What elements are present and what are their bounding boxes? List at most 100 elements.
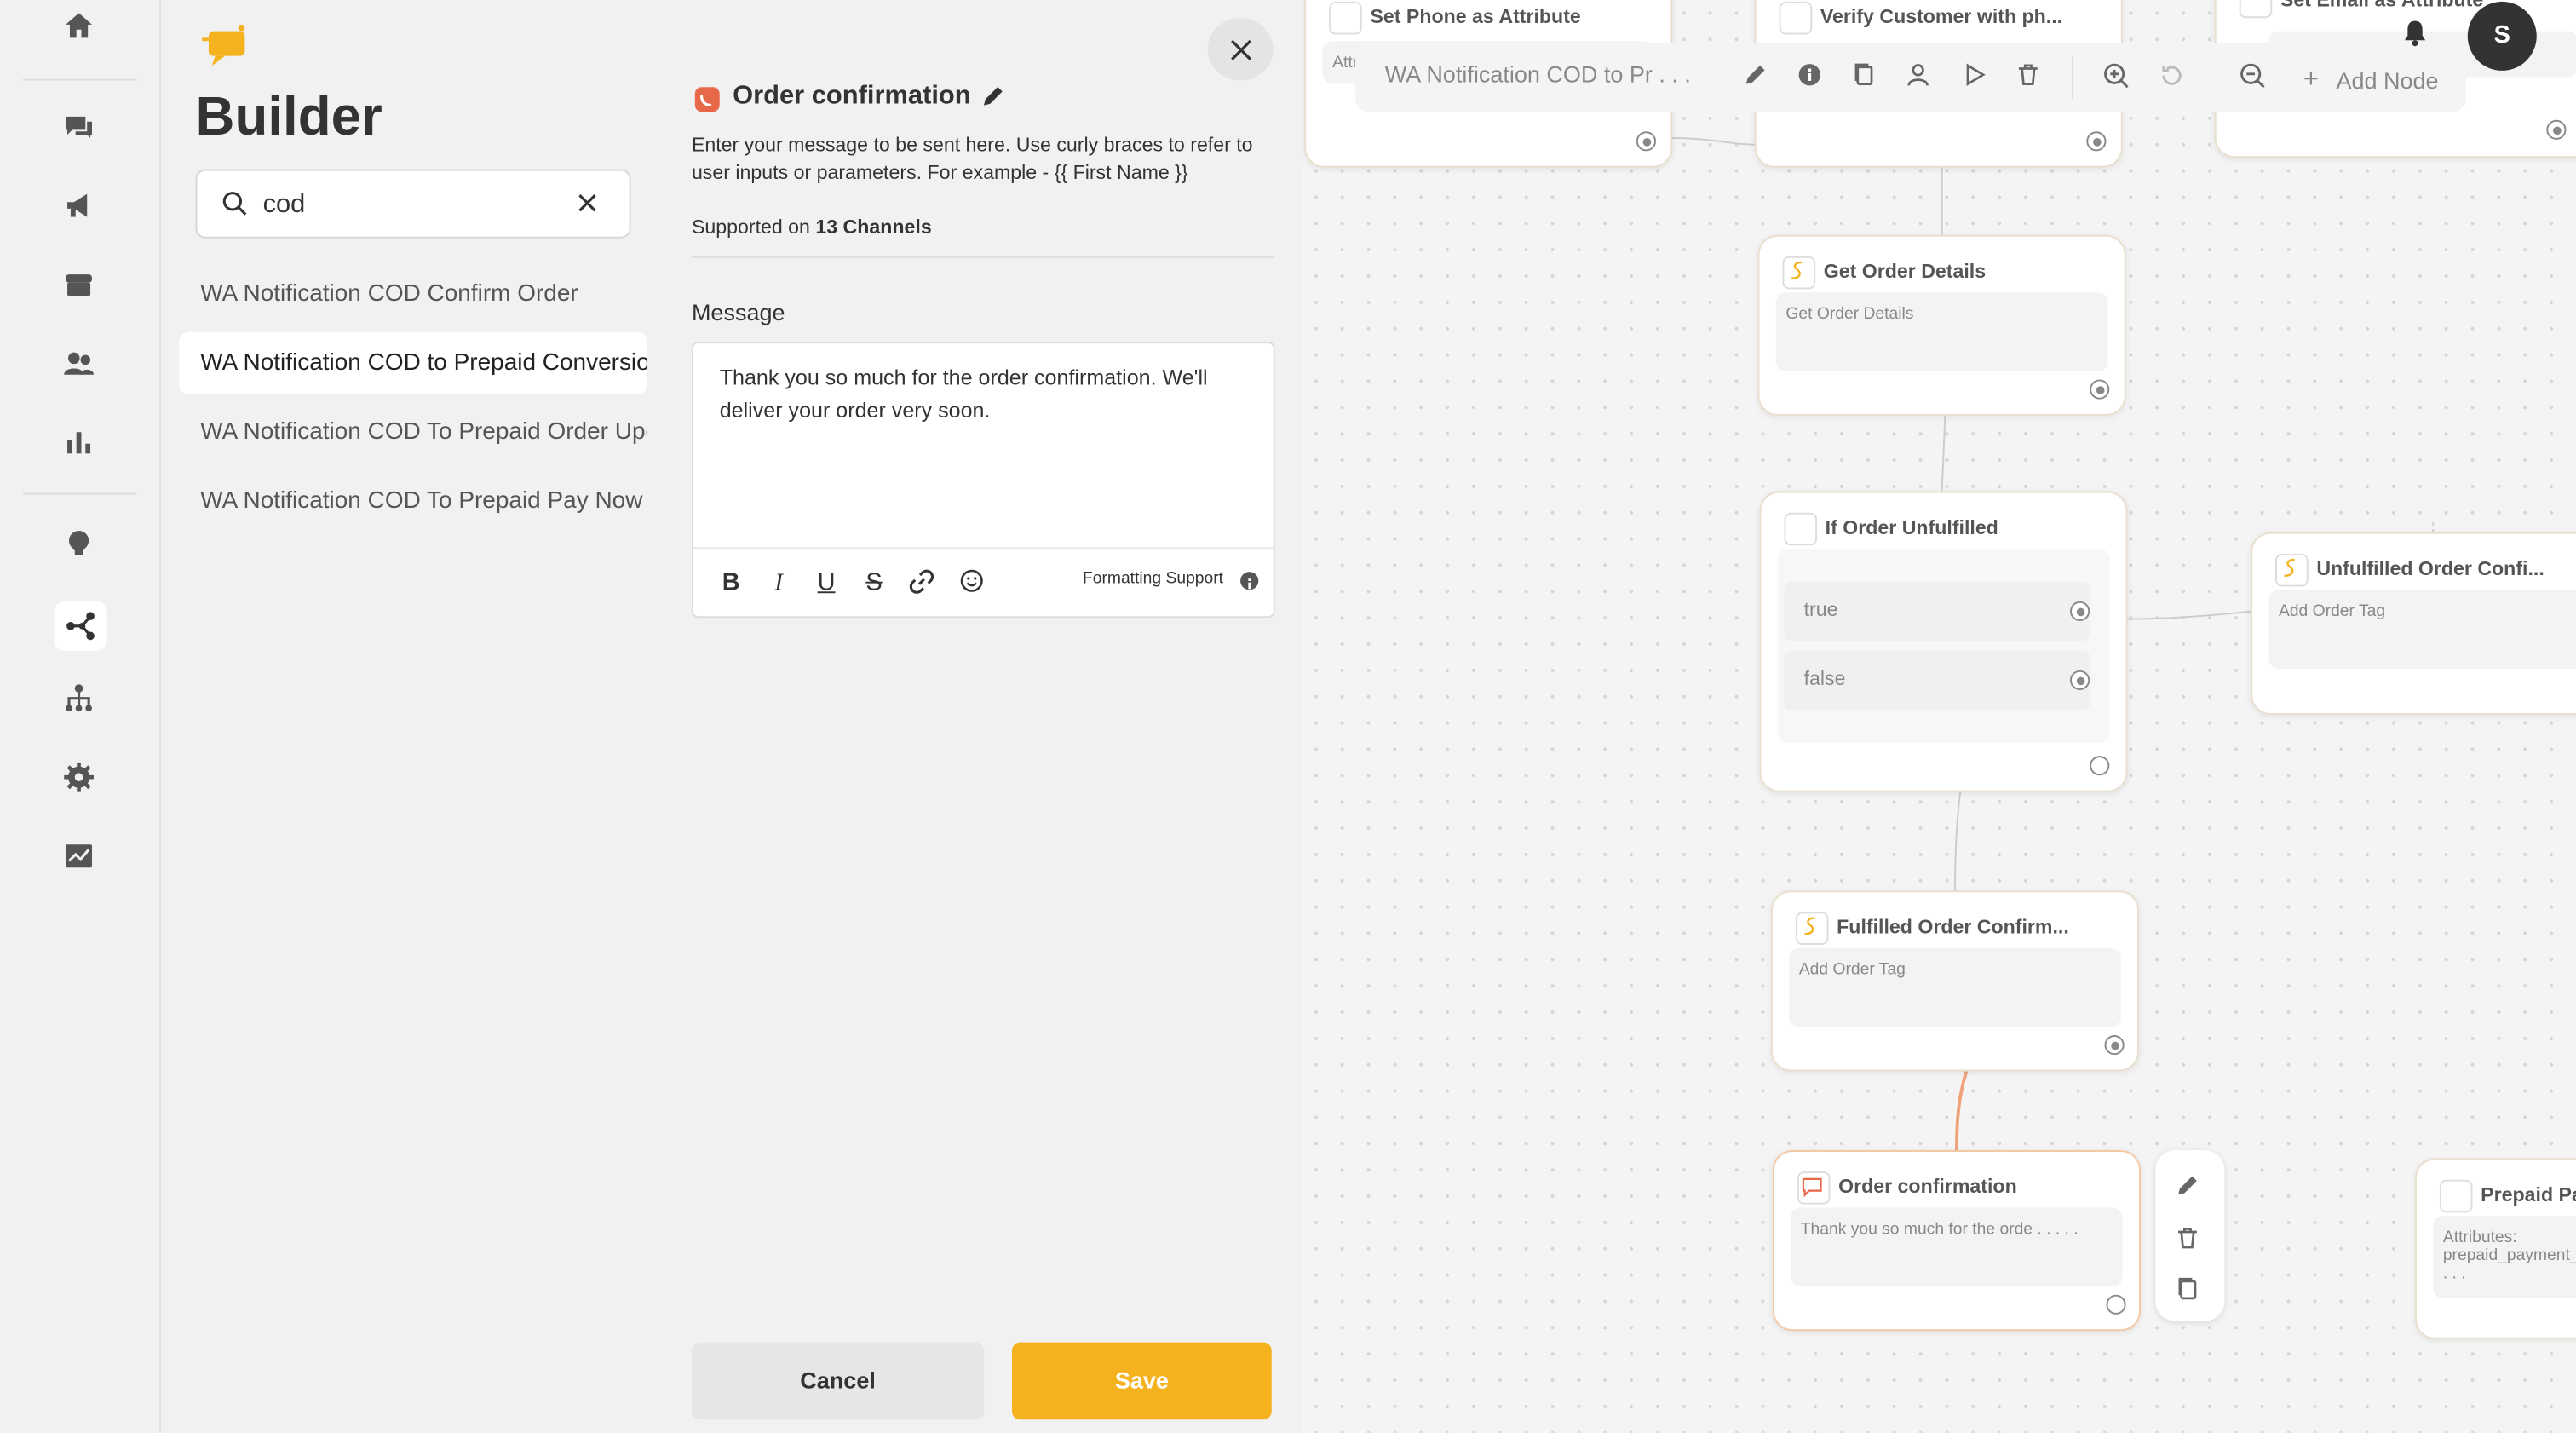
- output-port[interactable]: [2106, 1294, 2126, 1315]
- node-body-text: Add Order Tag: [2278, 602, 2386, 622]
- true-output-port[interactable]: [2070, 601, 2090, 622]
- output-port[interactable]: [2086, 131, 2107, 152]
- channels-prefix: Supported on: [691, 215, 816, 239]
- node-body: Add Order Tag: [2268, 590, 2576, 669]
- flow-canvas[interactable]: Set Phone as Attribute Attr Verify Custo…: [1302, 0, 2576, 1433]
- search-icon: [221, 191, 248, 217]
- output-port[interactable]: [2104, 1035, 2125, 1056]
- italic-icon[interactable]: I: [764, 568, 794, 598]
- close-button[interactable]: [1207, 18, 1274, 81]
- channels-count[interactable]: 13 Channels: [815, 216, 931, 239]
- nav-divider: [23, 492, 137, 495]
- save-button[interactable]: Save: [1012, 1342, 1272, 1420]
- add-node-button[interactable]: + Add Node: [2300, 52, 2458, 106]
- node-title: Prepaid Pay: [2481, 1183, 2576, 1206]
- flow-list-item-selected[interactable]: WA Notification COD to Prepaid Conversio…: [179, 331, 647, 394]
- trash-icon[interactable]: [2015, 62, 2045, 92]
- nav-divider: [23, 78, 137, 81]
- user-icon[interactable]: [1906, 62, 1935, 92]
- node-unfulfilled-order-confirmation[interactable]: Unfulfilled Order Confi... Add Order Tag: [2251, 532, 2576, 715]
- node-description: Enter your message to be sent here. Use …: [691, 133, 1253, 185]
- logo-icon: [198, 21, 255, 67]
- gear-icon[interactable]: [62, 761, 98, 797]
- channels-support: Supported on 13 Channels: [692, 216, 932, 239]
- node-get-order-details[interactable]: Get Order Details Get Order Details: [1757, 234, 2126, 416]
- builder-list-panel: Builder WA Notification COD Confirm Orde…: [161, 0, 666, 1433]
- copy-icon[interactable]: [2175, 1277, 2205, 1307]
- reset-zoom-icon[interactable]: [2159, 62, 2188, 92]
- flow-list-item[interactable]: WA Notification COD To Prepaid Pay Now: [179, 470, 647, 532]
- message-node-icon: [694, 87, 720, 112]
- flow-list-item[interactable]: WA Notification COD Confirm Order: [179, 263, 647, 325]
- plus-icon: +: [2303, 66, 2319, 94]
- flow-icon[interactable]: [54, 601, 107, 651]
- node-title: Verify Customer with ph...: [1820, 4, 2063, 28]
- output-port[interactable]: [2546, 119, 2567, 140]
- flow-name[interactable]: WA Notification COD to Pr . . .: [1385, 60, 1691, 87]
- bar-chart-icon[interactable]: [62, 426, 98, 462]
- megaphone-icon[interactable]: [62, 189, 98, 225]
- node-title: Set Email as Attribute: [2280, 0, 2484, 12]
- page-title: Builder: [195, 85, 382, 147]
- home-icon[interactable]: [62, 10, 98, 46]
- emoji-icon[interactable]: [956, 568, 986, 598]
- output-port[interactable]: [2090, 756, 2110, 776]
- condition-true-label: true: [1803, 598, 1838, 622]
- node-body-line: prepaid_payment_: [2442, 1246, 2576, 1266]
- message-text[interactable]: Thank you so much for the order confirma…: [720, 361, 1245, 425]
- node-body-text: Get Order Details: [1785, 305, 1914, 324]
- link-icon[interactable]: [907, 568, 937, 598]
- edit-title-icon[interactable]: [980, 83, 1005, 108]
- condition-false: false: [1784, 650, 2090, 711]
- search-input[interactable]: [259, 185, 562, 226]
- play-icon[interactable]: [1962, 62, 1992, 92]
- output-port[interactable]: [2090, 379, 2110, 400]
- condition-icon: [1784, 512, 1818, 546]
- node-body-line: Attributes:: [2442, 1229, 2517, 1247]
- integrations-icon[interactable]: [62, 840, 98, 876]
- search-box: [195, 169, 631, 239]
- bold-icon[interactable]: B: [716, 568, 746, 598]
- trash-icon[interactable]: [2175, 1226, 2205, 1256]
- info-icon[interactable]: [1797, 62, 1827, 92]
- script-icon: [2275, 553, 2309, 587]
- notifications-icon[interactable]: [2401, 18, 2434, 51]
- store-icon[interactable]: [62, 268, 98, 303]
- false-output-port[interactable]: [2070, 670, 2090, 691]
- users-icon[interactable]: [62, 347, 98, 383]
- cancel-button[interactable]: Cancel: [691, 1342, 985, 1420]
- nav-rail: [0, 0, 162, 1433]
- zoom-out-icon[interactable]: [2240, 62, 2269, 92]
- org-chart-icon[interactable]: [62, 682, 98, 717]
- add-node-label: Add Node: [2336, 67, 2439, 94]
- node-body: Thank you so much for the orde . . . . .: [1791, 1207, 2123, 1287]
- copy-icon[interactable]: [1852, 62, 1882, 92]
- edit-icon[interactable]: [2175, 1173, 2205, 1203]
- lightbulb-icon[interactable]: [62, 527, 98, 563]
- avatar[interactable]: S: [2467, 1, 2537, 71]
- node-if-order-unfulfilled[interactable]: If Order Unfulfilled true false: [1759, 491, 2128, 792]
- zoom-in-icon[interactable]: [2103, 62, 2133, 92]
- script-icon: [1795, 912, 1829, 945]
- flow-list-item[interactable]: WA Notification COD To Prepaid Order Upd…: [179, 401, 647, 463]
- node-actions: [2155, 1150, 2225, 1321]
- user-attribute-icon: [2439, 1179, 2473, 1213]
- formatting-toolbar: B I U S Formatting Support: [693, 547, 1274, 618]
- message-label: Message: [691, 299, 785, 325]
- edit-icon[interactable]: [1743, 62, 1773, 92]
- info-icon[interactable]: [1240, 572, 1259, 590]
- node-prepaid-pay[interactable]: Prepaid Pay Attributes: prepaid_payment_…: [2415, 1158, 2576, 1339]
- condition-false-label: false: [1803, 667, 1846, 691]
- output-port[interactable]: [1636, 131, 1657, 152]
- node-title: Order confirmation: [733, 82, 971, 111]
- clear-search-icon[interactable]: [575, 191, 600, 216]
- chat-icon[interactable]: [62, 112, 98, 147]
- underline-icon[interactable]: U: [812, 568, 842, 598]
- node-title: Fulfilled Order Confirm...: [1837, 915, 2069, 939]
- node-order-confirmation[interactable]: Order confirmation Thank you so much for…: [1772, 1150, 2141, 1332]
- node-body-text: Add Order Tag: [1798, 961, 1906, 980]
- node-title: Set Phone as Attribute: [1370, 4, 1581, 28]
- strikethrough-icon[interactable]: S: [860, 568, 889, 598]
- message-editor[interactable]: Thank you so much for the order confirma…: [691, 342, 1275, 619]
- node-fulfilled-order-confirmation[interactable]: Fulfilled Order Confirm... Add Order Tag: [1771, 890, 2140, 1072]
